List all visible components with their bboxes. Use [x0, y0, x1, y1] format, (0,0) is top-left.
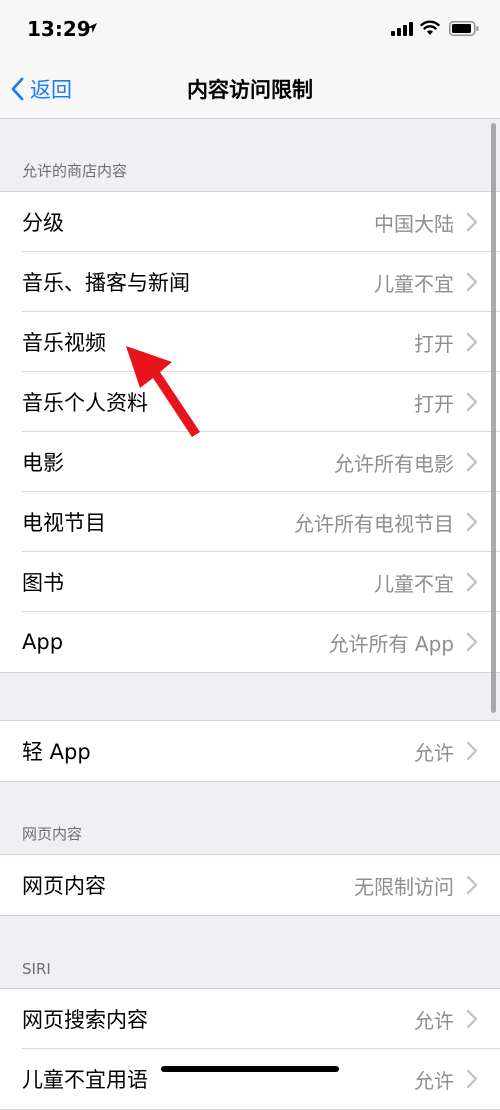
row-app-clips[interactable]: 轻 App 允许 — [0, 721, 500, 781]
row-value: 无限制访问 — [354, 874, 454, 899]
location-arrow-icon — [87, 23, 97, 33]
row-ratings[interactable]: 分级 中国大陆 — [0, 192, 500, 252]
chevron-right-icon — [466, 212, 478, 232]
store-group: 分级 中国大陆 音乐、播客与新闻 儿童不宜 音乐视频 打开 音乐个人资料 打开 … — [0, 191, 500, 673]
row-explicit-language[interactable]: 儿童不宜用语 允许 — [0, 1049, 500, 1109]
status-time: 13:29 — [27, 17, 91, 41]
wifi-icon — [420, 20, 440, 35]
row-label: 电视节目 — [22, 511, 106, 535]
chevron-right-icon — [466, 572, 478, 592]
web-group: 网页内容 无限制访问 — [0, 854, 500, 916]
row-label: 音乐、播客与新闻 — [22, 271, 190, 295]
row-value: 中国大陆 — [374, 211, 454, 236]
row-value: 儿童不宜 — [374, 271, 454, 296]
page-title: 内容访问限制 — [187, 78, 313, 102]
row-label: 网页搜索内容 — [22, 1008, 148, 1032]
row-value: 允许所有电影 — [334, 451, 454, 476]
row-value: 儿童不宜 — [374, 571, 454, 596]
appclips-group: 轻 App 允许 — [0, 720, 500, 782]
row-label: 轻 App — [22, 740, 91, 764]
chevron-right-icon — [466, 632, 478, 652]
row-apps[interactable]: App 允许所有 App — [0, 612, 500, 672]
row-music-profiles[interactable]: 音乐个人资料 打开 — [0, 372, 500, 432]
row-label: 网页内容 — [22, 874, 106, 898]
row-value: 允许 — [414, 1068, 454, 1093]
siri-group: 网页搜索内容 允许 儿童不宜用语 允许 — [0, 988, 500, 1110]
row-value: 允许所有电视节目 — [294, 511, 454, 536]
settings-list: 允许的商店内容 分级 中国大陆 音乐、播客与新闻 儿童不宜 音乐视频 打开 音乐… — [0, 119, 500, 1110]
row-web-search-content[interactable]: 网页搜索内容 允许 — [0, 989, 500, 1049]
row-value: 允许所有 App — [328, 631, 454, 656]
row-web-content[interactable]: 网页内容 无限制访问 — [0, 855, 500, 915]
row-value: 允许 — [414, 740, 454, 765]
chevron-right-icon — [466, 512, 478, 532]
chevron-right-icon — [466, 875, 478, 895]
status-bar: 13:29 — [0, 0, 500, 58]
home-indicator[interactable] — [161, 1066, 339, 1072]
row-value: 打开 — [414, 391, 454, 416]
row-label: 分级 — [22, 211, 64, 235]
row-label: 儿童不宜用语 — [22, 1068, 148, 1092]
signal-icon — [391, 22, 413, 36]
scrollbar[interactable] — [491, 123, 496, 713]
row-music-videos[interactable]: 音乐视频 打开 — [0, 312, 500, 372]
chevron-right-icon — [466, 741, 478, 761]
row-tv-shows[interactable]: 电视节目 允许所有电视节目 — [0, 492, 500, 552]
section-header-siri: SIRI — [22, 960, 51, 978]
chevron-right-icon — [466, 1009, 478, 1029]
row-label: App — [22, 630, 64, 654]
row-movies[interactable]: 电影 允许所有电影 — [0, 432, 500, 492]
battery-icon — [449, 21, 479, 36]
chevron-right-icon — [466, 332, 478, 352]
section-header-web: 网页内容 — [22, 825, 83, 843]
row-music-podcasts-news[interactable]: 音乐、播客与新闻 儿童不宜 — [0, 252, 500, 312]
row-value: 允许 — [414, 1008, 454, 1033]
chevron-right-icon — [466, 452, 478, 472]
row-label: 图书 — [22, 571, 64, 595]
row-label: 电影 — [22, 451, 64, 475]
row-label: 音乐视频 — [22, 331, 106, 355]
row-value: 打开 — [414, 331, 454, 356]
row-books[interactable]: 图书 儿童不宜 — [0, 552, 500, 612]
nav-bar: 返回 内容访问限制 — [0, 58, 500, 119]
chevron-right-icon — [466, 272, 478, 292]
chevron-right-icon — [466, 1069, 478, 1089]
section-header-store: 允许的商店内容 — [22, 162, 128, 180]
chevron-right-icon — [466, 392, 478, 412]
red-arrow-annotation — [126, 346, 200, 437]
